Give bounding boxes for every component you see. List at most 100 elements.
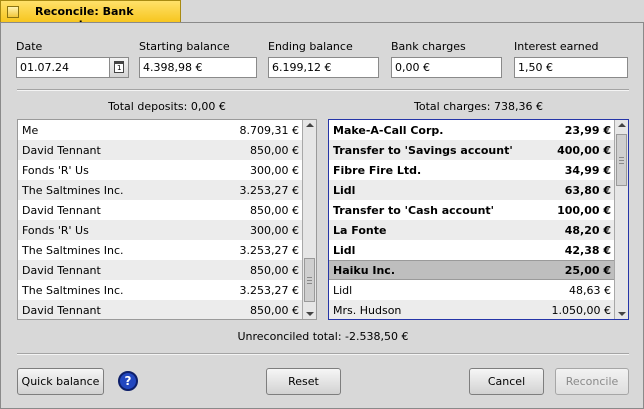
payee: Haiku Inc.: [333, 263, 395, 277]
charges-list[interactable]: Make-A-Call Corp. 23,99 € Transfer to 'Sa…: [328, 119, 629, 320]
list-item[interactable]: Fibre Fire Ltd. 34,99 €: [329, 160, 615, 180]
amount: 100,00 €: [557, 203, 611, 217]
list-item[interactable]: Mrs. Hudson 1.050,00 €: [329, 300, 615, 319]
list-item[interactable]: Make-A-Call Corp. 23,99 €: [329, 120, 615, 140]
deposits-scrollbar[interactable]: [302, 120, 316, 319]
amount: 300,00 €: [250, 163, 299, 177]
payee: Fonds 'R' Us: [22, 163, 89, 177]
separator-bottom: [17, 353, 629, 355]
payee: Transfer to 'Cash account': [333, 203, 495, 217]
payee: Lidl: [333, 243, 356, 257]
amount: 850,00 €: [250, 263, 299, 277]
total-deposits-label: Total deposits: 0,00 €: [108, 100, 226, 113]
scroll-down-arrow-icon[interactable]: [618, 312, 626, 316]
list-item[interactable]: Me 8.709,31 €: [18, 120, 303, 140]
payee: Me: [22, 123, 39, 137]
bank-charges-field[interactable]: 0,00 €: [391, 57, 502, 78]
help-icon[interactable]: ?: [118, 371, 138, 391]
grip-line: [619, 163, 624, 164]
amount: 48,63 €: [569, 283, 611, 297]
list-item[interactable]: The Saltmines Inc. 3.253,27 €: [18, 280, 303, 300]
list-item[interactable]: La Fonte 48,20 €: [329, 220, 615, 240]
amount: 850,00 €: [250, 203, 299, 217]
list-item[interactable]: Transfer to 'Savings account' 400,00 €: [329, 140, 615, 160]
grip-line: [307, 277, 312, 278]
payee: Fibre Fire Ltd.: [333, 163, 422, 177]
calendar-button[interactable]: 1: [109, 57, 129, 78]
scroll-down-arrow-icon[interactable]: [306, 312, 314, 316]
payee: David Tennant: [22, 263, 101, 277]
amount: 48,20 €: [564, 223, 611, 237]
scroll-thumb[interactable]: [304, 258, 315, 302]
list-item[interactable]: David Tennant 850,00 €: [18, 140, 303, 160]
list-item[interactable]: David Tennant 850,00 €: [18, 200, 303, 220]
starting-balance-field[interactable]: 4.398,98 €: [139, 57, 257, 78]
ending-balance-field[interactable]: 6.199,12 €: [268, 57, 379, 78]
window-title-tab[interactable]: Reconcile: Bank account: [0, 0, 181, 31]
list-item[interactable]: Fonds 'R' Us 300,00 €: [18, 220, 303, 240]
payee: Fonds 'R' Us: [22, 223, 89, 237]
reset-button[interactable]: Reset: [266, 368, 341, 395]
scroll-thumb[interactable]: [616, 134, 627, 186]
grip-line: [619, 160, 624, 161]
starting-balance-label: Starting balance: [139, 40, 230, 53]
amount: 23,99 €: [564, 123, 611, 137]
quick-balance-button[interactable]: Quick balance: [17, 368, 104, 395]
interest-earned-label: Interest earned: [514, 40, 599, 53]
payee: Make-A-Call Corp.: [333, 123, 444, 137]
list-item[interactable]: The Saltmines Inc. 3.253,27 €: [18, 180, 303, 200]
charges-rows: Make-A-Call Corp. 23,99 € Transfer to 'Sa…: [329, 120, 615, 319]
payee: David Tennant: [22, 303, 101, 317]
close-box-icon[interactable]: [7, 6, 19, 18]
list-item[interactable]: Lidl 42,38 €: [329, 240, 615, 260]
amount: 3.253,27 €: [239, 183, 299, 197]
amount: 8.709,31 €: [239, 123, 299, 137]
ending-balance-label: Ending balance: [268, 40, 353, 53]
list-item[interactable]: David Tennant 850,00 €: [18, 260, 303, 280]
payee: The Saltmines Inc.: [22, 243, 124, 257]
list-item[interactable]: Lidl 48,63 €: [329, 280, 615, 300]
date-label: Date: [16, 40, 43, 53]
reconcile-button[interactable]: Reconcile: [555, 368, 629, 395]
payee: The Saltmines Inc.: [22, 283, 124, 297]
list-item[interactable]: Lidl 63,80 €: [329, 180, 615, 200]
separator-top: [17, 89, 629, 91]
amount: 42,38 €: [564, 243, 611, 257]
list-item[interactable]: Fonds 'R' Us 300,00 €: [18, 160, 303, 180]
amount: 3.253,27 €: [239, 283, 299, 297]
payee: David Tennant: [22, 143, 101, 157]
amount: 63,80 €: [564, 183, 611, 197]
list-item-selected[interactable]: Haiku Inc. 25,00 €: [329, 260, 615, 280]
payee: Mrs. Hudson: [333, 303, 402, 317]
calendar-icon-day: 1: [117, 64, 122, 72]
deposits-list[interactable]: Me 8.709,31 € David Tennant 850,00 € Fonds…: [17, 119, 317, 320]
grip-line: [307, 280, 312, 281]
unreconciled-total: Unreconciled total: -2.538,50 €: [237, 330, 409, 343]
list-item[interactable]: David Tennant 850,00 €: [18, 300, 303, 319]
scroll-up-arrow-icon[interactable]: [306, 123, 314, 127]
payee: La Fonte: [333, 223, 387, 237]
payee: Lidl: [333, 283, 353, 297]
amount: 1.050,00 €: [551, 303, 611, 317]
payee: David Tennant: [22, 203, 101, 217]
amount: 300,00 €: [250, 223, 299, 237]
amount: 850,00 €: [250, 303, 299, 317]
total-charges-label: Total charges: 738,36 €: [414, 100, 543, 113]
interest-earned-field[interactable]: 1,50 €: [514, 57, 628, 78]
list-item[interactable]: Transfer to 'Cash account' 100,00 €: [329, 200, 615, 220]
grip-line: [619, 157, 624, 158]
amount: 400,00 €: [557, 143, 611, 157]
amount: 3.253,27 €: [239, 243, 299, 257]
amount: 850,00 €: [250, 143, 299, 157]
bank-charges-label: Bank charges: [391, 40, 466, 53]
deposits-rows: Me 8.709,31 € David Tennant 850,00 € Fonds…: [18, 120, 303, 319]
reconcile-window: Date 01.07.24 1 Starting balance 4.398,9…: [0, 22, 644, 409]
amount: 25,00 €: [564, 263, 611, 277]
cancel-button[interactable]: Cancel: [469, 368, 544, 395]
charges-scrollbar[interactable]: [614, 120, 628, 319]
list-item[interactable]: The Saltmines Inc. 3.253,27 €: [18, 240, 303, 260]
payee: Transfer to 'Savings account': [333, 143, 513, 157]
scroll-up-arrow-icon[interactable]: [618, 123, 626, 127]
amount: 34,99 €: [564, 163, 611, 177]
date-field[interactable]: 01.07.24: [16, 57, 110, 78]
